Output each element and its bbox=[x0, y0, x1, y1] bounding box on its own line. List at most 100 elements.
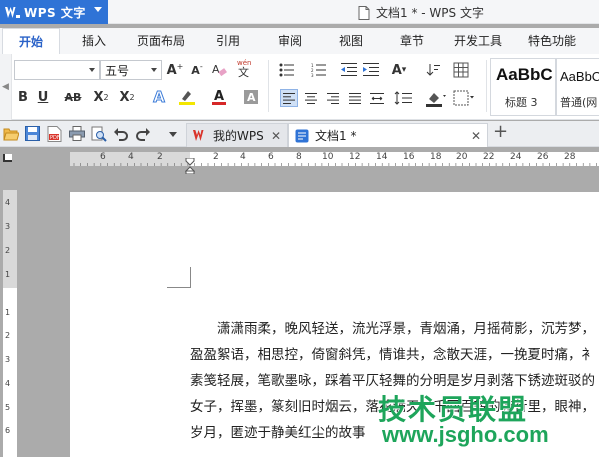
app-name: WPS 文字 bbox=[24, 5, 86, 20]
tab-references[interactable]: 引用 bbox=[216, 32, 240, 49]
style-sample: AaBbCc bbox=[560, 69, 599, 84]
font-family-select[interactable] bbox=[14, 60, 100, 80]
justify-button[interactable] bbox=[346, 89, 364, 107]
ruler-number: 5 bbox=[5, 403, 11, 412]
ruler-number: 22 bbox=[483, 152, 495, 162]
increase-indent-icon[interactable] bbox=[362, 61, 380, 79]
new-tab-plus-icon[interactable]: + bbox=[492, 121, 509, 142]
increase-font-size-button[interactable]: A + bbox=[166, 61, 184, 79]
font-size-select[interactable]: 五号 bbox=[100, 60, 162, 80]
print-icon[interactable] bbox=[68, 125, 85, 142]
wps-logo-icon bbox=[4, 4, 20, 20]
highlight-color-icon[interactable] bbox=[178, 88, 196, 106]
bold-button[interactable]: B bbox=[14, 88, 32, 106]
document-icon bbox=[358, 5, 370, 20]
ruler-number: 2 bbox=[5, 246, 11, 255]
ruler-number: 3 bbox=[5, 355, 11, 364]
sort-icon[interactable] bbox=[424, 61, 442, 79]
ruler-number: 4 bbox=[128, 152, 134, 162]
ruler-number: 12 bbox=[349, 152, 361, 162]
tab-special-features[interactable]: 特色功能 bbox=[528, 32, 576, 49]
vertical-ruler[interactable]: 4 3 2 1 1 2 3 4 5 6 bbox=[3, 190, 17, 457]
decrease-indent-icon[interactable] bbox=[340, 61, 358, 79]
ruler-number: 6 bbox=[100, 152, 106, 162]
wps-red-logo-icon bbox=[193, 130, 204, 141]
export-pdf-icon[interactable]: PDF bbox=[46, 125, 63, 142]
toolbar-separator bbox=[268, 60, 269, 112]
ruler-number: 4 bbox=[5, 198, 11, 207]
save-icon[interactable] bbox=[24, 125, 41, 142]
underline-button[interactable]: U bbox=[34, 88, 52, 106]
tab-view[interactable]: 视图 bbox=[339, 32, 363, 49]
window-title-text: 文档1 * - WPS 文字 bbox=[376, 6, 484, 20]
tab-page-layout[interactable]: 页面布局 bbox=[137, 32, 185, 49]
font-color-icon[interactable]: A bbox=[210, 88, 228, 106]
ribbon-tabs: 开始 插入 页面布局 引用 审阅 视图 章节 开发工具 特色功能 bbox=[0, 28, 599, 54]
undo-icon[interactable] bbox=[112, 125, 129, 142]
character-shading-icon[interactable]: A bbox=[242, 88, 260, 106]
tab-stop-selector[interactable] bbox=[0, 148, 18, 166]
align-right-button[interactable] bbox=[324, 89, 342, 107]
watermark-url: www.jsgho.com bbox=[382, 422, 549, 447]
distributed-align-button[interactable] bbox=[368, 89, 386, 107]
document-blue-icon bbox=[295, 129, 309, 142]
doc-tab-label: 我的WPS bbox=[213, 129, 264, 143]
line-spacing-icon[interactable] bbox=[392, 89, 414, 107]
close-tab-icon[interactable]: ✕ bbox=[471, 129, 481, 143]
borders-icon[interactable] bbox=[452, 89, 476, 107]
ruler-number: 26 bbox=[537, 152, 549, 162]
shading-fill-icon[interactable] bbox=[424, 89, 448, 107]
bullet-list-icon[interactable] bbox=[278, 61, 296, 79]
ruler-number: 4 bbox=[5, 379, 11, 388]
style-heading3[interactable]: AaBbC 标题 3 bbox=[490, 58, 556, 116]
customize-quick-access-arrow-icon[interactable] bbox=[164, 125, 181, 142]
tab-insert[interactable]: 插入 bbox=[82, 32, 106, 49]
tab-section[interactable]: 章节 bbox=[400, 32, 424, 49]
superscript-button[interactable]: X2 bbox=[92, 88, 110, 106]
tab-home[interactable]: 开始 bbox=[2, 28, 60, 54]
pinyin-guide-icon[interactable]: wén 文 bbox=[234, 59, 258, 78]
app-menu-button[interactable]: WPS 文字 bbox=[0, 0, 108, 24]
horizontal-ruler[interactable]: 6 4 2 2 4 6 8 10 12 14 16 18 20 22 24 26… bbox=[70, 152, 599, 166]
doc-tab-document1[interactable]: 文档1 * ✕ bbox=[288, 123, 488, 147]
app-menu-arrow-icon bbox=[94, 7, 102, 12]
print-preview-icon[interactable] bbox=[90, 125, 107, 142]
strikethrough-button[interactable]: AB bbox=[60, 88, 86, 106]
align-left-button[interactable] bbox=[280, 89, 298, 107]
doc-tab-my-wps[interactable]: 我的WPS ✕ bbox=[186, 123, 288, 147]
ribbon-scroll-left-button[interactable]: ◀ bbox=[0, 54, 12, 120]
align-center-button[interactable] bbox=[302, 89, 320, 107]
svg-text:3: 3 bbox=[311, 73, 314, 77]
open-folder-icon[interactable] bbox=[2, 125, 19, 142]
close-tab-icon[interactable]: ✕ bbox=[271, 129, 281, 143]
redo-icon[interactable] bbox=[134, 125, 151, 142]
quick-access-bar: PDF 我的WPS ✕ 文档1 * ✕ + bbox=[0, 121, 599, 147]
margin-corner-mark bbox=[167, 267, 191, 288]
window-title: 文档1 * - WPS 文字 bbox=[358, 4, 484, 21]
ruler-number: 4 bbox=[240, 152, 246, 162]
site-watermark: 技术员联盟 www.jsgho.com bbox=[378, 388, 599, 457]
title-bar: WPS 文字 文档1 * - WPS 文字 bbox=[0, 0, 599, 24]
ruler-number: 3 bbox=[5, 222, 11, 231]
ruler-number: 6 bbox=[268, 152, 274, 162]
clear-format-icon[interactable]: A bbox=[210, 61, 228, 79]
style-normal-web[interactable]: AaBbCc 普通(网 bbox=[556, 58, 599, 116]
font-size-value: 五号 bbox=[105, 64, 130, 78]
table-grid-icon[interactable] bbox=[452, 61, 470, 79]
ruler-number: 2 bbox=[157, 152, 163, 162]
ruler-number: 18 bbox=[430, 152, 442, 162]
svg-text:A: A bbox=[214, 89, 224, 104]
ruler-number: 1 bbox=[5, 308, 11, 317]
text-direction-icon[interactable]: A ▾ bbox=[386, 61, 412, 79]
indent-marker-icon[interactable] bbox=[184, 157, 196, 177]
numbered-list-icon[interactable]: 123 bbox=[310, 61, 328, 79]
svg-text:A: A bbox=[212, 63, 220, 76]
ruler-number: 10 bbox=[322, 152, 334, 162]
svg-text:A: A bbox=[247, 91, 256, 104]
subscript-button[interactable]: X2 bbox=[118, 88, 136, 106]
tab-review[interactable]: 审阅 bbox=[278, 32, 302, 49]
tab-developer-tools[interactable]: 开发工具 bbox=[454, 32, 502, 49]
ruler-number: 20 bbox=[456, 152, 468, 162]
text-effect-icon[interactable]: A bbox=[150, 88, 168, 107]
decrease-font-size-button[interactable]: A- bbox=[188, 61, 206, 79]
